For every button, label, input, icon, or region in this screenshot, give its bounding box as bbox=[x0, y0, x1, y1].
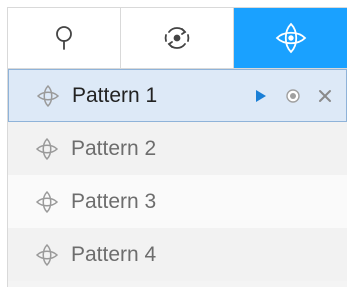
pattern-row[interactable]: Pattern 2 bbox=[8, 122, 347, 175]
pattern-actions bbox=[252, 87, 334, 105]
pattern-label: Pattern 1 bbox=[72, 83, 158, 107]
pattern-list: Pattern 1 Pattern 2 Pattern 3 Pattern 4 bbox=[8, 69, 347, 281]
ptz-pattern-panel: Pattern 1 Pattern 2 Pattern 3 Pattern 4 bbox=[7, 7, 347, 287]
tab-pattern[interactable] bbox=[234, 8, 347, 68]
pattern-icon bbox=[35, 137, 59, 161]
ptz-tab-bar bbox=[8, 7, 347, 69]
tab-patrol[interactable] bbox=[121, 8, 234, 68]
tab-preset[interactable] bbox=[8, 8, 121, 68]
pattern-icon bbox=[35, 243, 59, 267]
close-icon[interactable] bbox=[316, 87, 334, 105]
play-icon[interactable] bbox=[252, 87, 270, 105]
pattern-icon bbox=[35, 190, 59, 214]
pattern-row[interactable]: Pattern 4 bbox=[8, 228, 347, 281]
pattern-label: Pattern 4 bbox=[71, 242, 157, 266]
record-icon[interactable] bbox=[284, 87, 302, 105]
ptz-rotate-icon bbox=[162, 23, 192, 53]
pattern-row[interactable]: Pattern 1 bbox=[8, 69, 347, 122]
pattern-label: Pattern 2 bbox=[71, 136, 157, 160]
pattern-row[interactable]: Pattern 3 bbox=[8, 175, 347, 228]
search-icon bbox=[52, 25, 76, 51]
pattern-icon bbox=[274, 21, 308, 55]
pattern-label: Pattern 3 bbox=[71, 189, 157, 213]
pattern-icon bbox=[36, 84, 60, 108]
